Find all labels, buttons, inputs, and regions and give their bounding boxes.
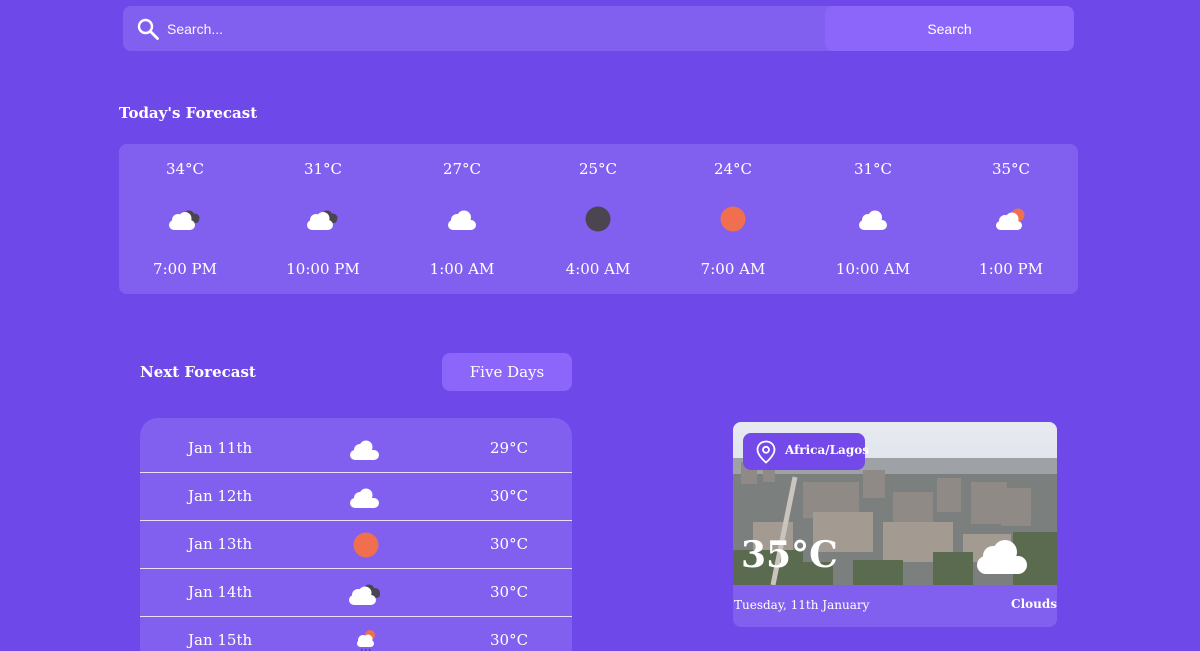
hour-item: 35°C 1:00 PM [956,144,1066,294]
hour-item: 34°C 7:00 PM [130,144,240,294]
location-pin-icon [756,440,776,464]
day-row: Jan 12th 30°C [140,473,572,521]
search-button[interactable]: Search [825,6,1074,51]
day-row: Jan 11th 29°C [140,425,572,473]
day-temp: 30°C [490,583,529,601]
sun-icon [720,206,746,232]
location-name: Africa/Lagos [785,443,869,457]
hour-time: 10:00 PM [286,260,360,278]
location-badge[interactable]: Africa/Lagos [743,433,869,470]
sun-icon [353,532,379,558]
hour-time: 1:00 PM [979,260,1043,278]
hour-item: 25°C 4:00 AM [543,144,653,294]
todays-forecast-title: Today's Forecast [119,104,258,122]
hour-item: 31°C 10:00 AM [818,144,928,294]
search-icon [137,18,159,40]
hour-temp: 31°C [853,160,893,178]
day-date: Jan 15th [188,631,253,649]
dark-cloud-icon [349,584,380,605]
day-temp: 30°C [490,487,529,505]
hour-item: 27°C 1:00 AM [407,144,517,294]
sun-rain-icon [357,630,375,651]
current-date: Tuesday, 11th January [734,598,870,612]
day-date: Jan 11th [188,439,253,457]
location-card: Africa/Lagos 35°C Tuesday, 11th January … [733,422,1057,627]
next-forecast-title: Next Forecast [140,363,256,381]
day-date: Jan 12th [188,487,253,505]
weather-condition: Clouds [1011,597,1057,611]
hour-time: 4:00 AM [565,260,631,278]
dark-cloud-icon [169,210,200,230]
hour-time: 7:00 PM [153,260,217,278]
sun-cloud-icon [996,208,1025,230]
cloud-icon [977,540,1027,574]
hour-temp: 35°C [991,160,1031,178]
hour-temp: 34°C [165,160,205,178]
hour-temp: 25°C [578,160,618,178]
cloud-icon [859,210,887,230]
hour-temp: 24°C [713,160,753,178]
daily-forecast-list: Jan 11th 29°C Jan 12th 30°C Jan 13th 30°… [140,418,572,651]
search-input[interactable] [167,6,817,51]
day-row: Jan 14th 30°C [140,569,572,617]
hour-time: 10:00 AM [835,260,911,278]
hourly-forecast-card: 34°C 7:00 PM 31°C 10:00 PM 27°C 1:00 AM … [119,144,1078,294]
hour-item: 31°C 10:00 PM [268,144,378,294]
hour-item: 24°C 7:00 AM [678,144,788,294]
hour-time: 7:00 AM [700,260,766,278]
day-temp: 30°C [490,535,529,553]
search-bar: Search [123,6,1074,51]
day-row: Jan 15th 30°C [140,617,572,651]
cloud-icon [448,210,476,230]
hour-temp: 27°C [442,160,482,178]
day-date: Jan 14th [188,583,253,601]
cloud-icon [350,440,379,460]
day-row: Jan 13th 30°C [140,521,572,569]
day-temp: 30°C [490,631,529,649]
hour-time: 1:00 AM [429,260,495,278]
dark-cloud-icon [307,210,338,230]
current-temp: 35°C [741,534,838,576]
day-date: Jan 13th [188,535,253,553]
cloud-icon [350,488,379,508]
moon-icon [585,206,611,232]
five-days-button[interactable]: Five Days [442,353,572,391]
hour-temp: 31°C [303,160,343,178]
day-temp: 29°C [490,439,529,457]
